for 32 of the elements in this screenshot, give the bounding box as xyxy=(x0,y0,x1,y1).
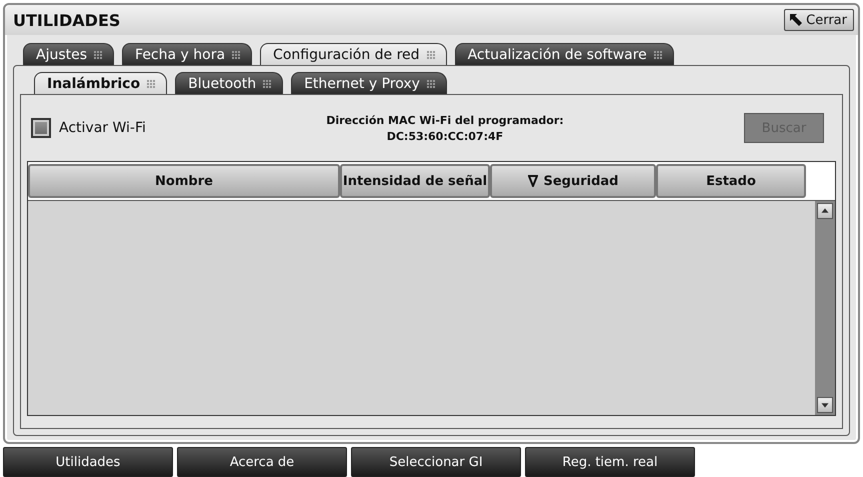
tab[interactable]: Configuración de red xyxy=(260,43,447,65)
column-header[interactable]: Nombre xyxy=(28,164,340,198)
wifi-checkbox[interactable]: Activar Wi-Fi xyxy=(31,118,146,138)
scrollbar[interactable] xyxy=(815,201,835,415)
grip-icon xyxy=(426,50,436,60)
column-header[interactable]: Seguridad xyxy=(490,164,656,198)
sort-icon xyxy=(528,175,538,187)
grip-icon xyxy=(426,78,436,88)
nav-button[interactable]: Utilidades xyxy=(3,447,173,477)
column-header[interactable]: Estado xyxy=(656,164,806,198)
nav-button[interactable]: Seleccionar GI xyxy=(351,447,521,477)
tab[interactable]: Ethernet y Proxy xyxy=(291,72,447,94)
grip-icon xyxy=(652,50,663,60)
tab[interactable]: Actualización de software xyxy=(454,43,674,65)
tab[interactable]: Bluetooth xyxy=(175,72,284,94)
close-button[interactable]: Cerrar xyxy=(784,9,854,31)
grip-icon xyxy=(93,50,104,60)
pointer-arrow-icon xyxy=(789,13,804,27)
mac-label: Dirección MAC Wi-Fi del programador: xyxy=(326,114,564,126)
tab[interactable]: Ajustes xyxy=(23,43,114,65)
tab[interactable]: Inalámbrico xyxy=(34,72,168,94)
window-title: UTILIDADES xyxy=(13,10,120,30)
scroll-down-icon[interactable] xyxy=(817,397,833,413)
grip-icon xyxy=(146,78,156,88)
scroll-up-icon[interactable] xyxy=(817,203,833,219)
mac-value: DC:53:60:CC:07:4F xyxy=(386,130,504,142)
nav-button[interactable]: Reg. tiem. real xyxy=(525,447,695,477)
grip-icon xyxy=(262,78,272,88)
grip-icon xyxy=(231,50,242,60)
tab[interactable]: Fecha y hora xyxy=(122,43,252,65)
nav-button[interactable]: Acerca de xyxy=(177,447,347,477)
column-header[interactable]: Intensidad de señal xyxy=(340,164,490,198)
